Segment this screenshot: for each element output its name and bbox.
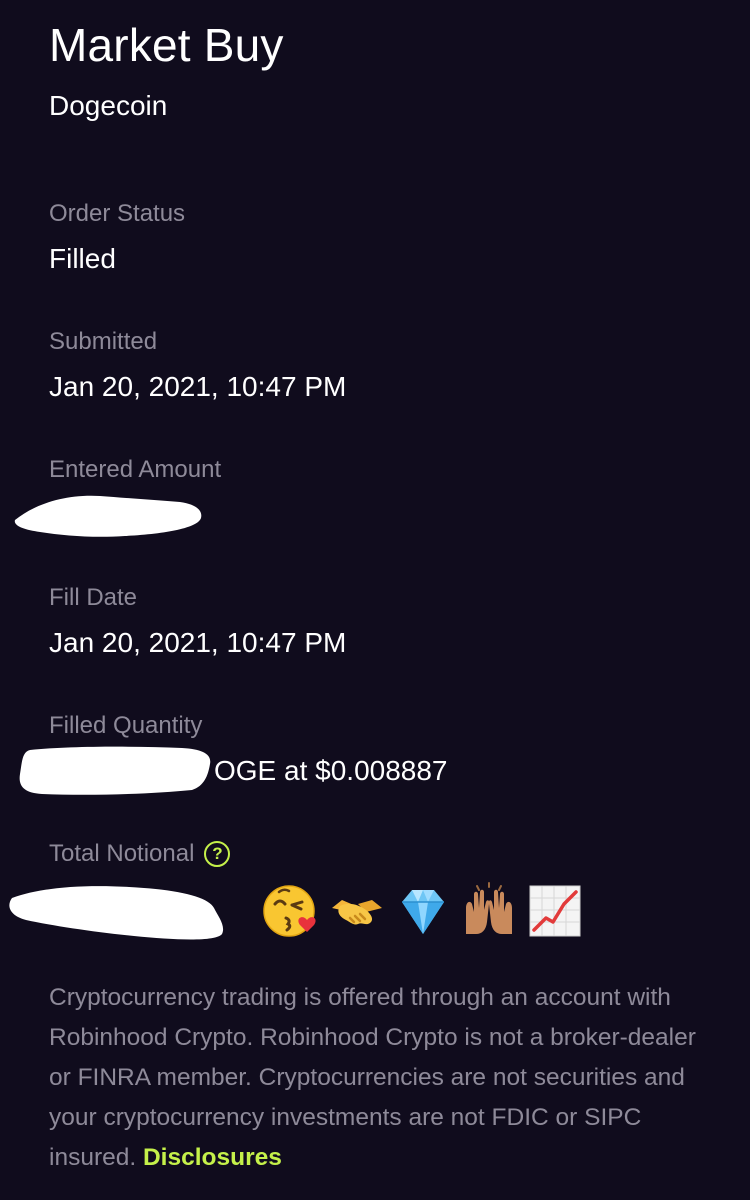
total-notional-label-text: Total Notional [49,840,195,867]
submitted-value: Jan 20, 2021, 10:47 PM [49,371,347,402]
kissing-face-with-heart-icon [262,880,320,942]
total-notional-label: Total Notional? [49,840,231,868]
order-status-label: Order Status [49,200,186,227]
asset-name: Dogecoin [49,90,168,121]
redaction-scribble-total-notional [9,886,224,940]
page-title: Market Buy [49,19,284,71]
filled-quantity-value: OGE at $0.008887 [214,755,448,786]
emoji-row [262,880,584,942]
order-status-value: Filled [49,243,116,274]
raising-hands-icon [460,880,518,942]
handshake-icon [328,880,386,942]
fill-date-label: Fill Date [49,584,138,611]
gem-icon [394,880,452,942]
submitted-label: Submitted [49,328,158,355]
order-detail-page: Market Buy Dogecoin Order Status Filled … [0,0,750,1200]
entered-amount-label: Entered Amount [49,456,222,483]
fill-date-value: Jan 20, 2021, 10:47 PM [49,627,347,658]
filled-quantity-label: Filled Quantity [49,712,203,739]
disclosures-link[interactable]: Disclosures [143,1144,282,1171]
redaction-scribble-filled-quantity [19,746,211,795]
crypto-disclaimer: Cryptocurrency trading is offered throug… [49,978,719,1178]
redaction-scribble-entered-amount [14,495,202,537]
disclaimer-text: Cryptocurrency trading is offered throug… [49,984,696,1171]
chart-increasing-icon [526,880,584,942]
question-circle-icon[interactable]: ? [204,841,231,867]
